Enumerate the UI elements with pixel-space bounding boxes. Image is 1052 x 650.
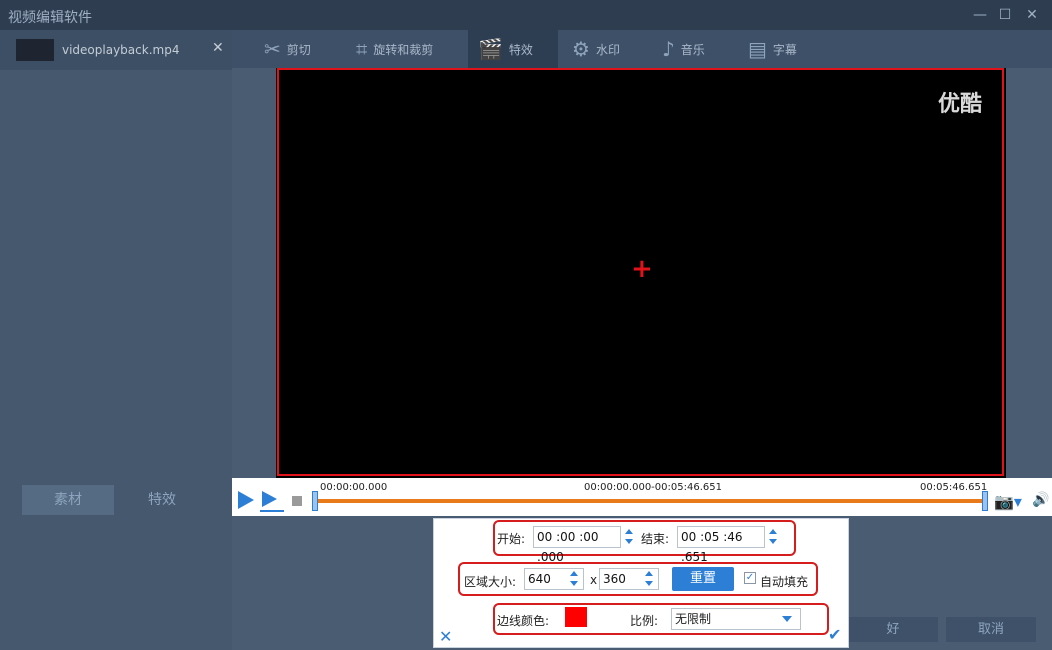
play-selection-icon[interactable]	[262, 491, 277, 507]
scissors-icon: ✂	[264, 37, 281, 61]
volume-icon[interactable]: 🔊	[1032, 492, 1049, 508]
timeline-end-handle[interactable]	[982, 491, 988, 511]
border-color-label: 边线颜色:	[497, 614, 550, 628]
left-panel: videoplayback.mp4 ✕ 素材 特效	[0, 30, 232, 650]
tool-subtitles[interactable]: ▤ 字幕	[748, 30, 797, 68]
minimize-icon[interactable]: —	[970, 5, 990, 25]
stop-icon[interactable]	[292, 496, 302, 506]
tool-cut-label: 剪切	[286, 42, 311, 57]
tool-rotate-crop-label: 旋转和裁剪	[373, 42, 434, 57]
ratio-select-value: 无限制	[675, 612, 712, 626]
tool-effects[interactable]: 🎬 特效	[468, 30, 558, 68]
film-effects-icon: 🎬	[478, 37, 503, 61]
end-time-spinner[interactable]	[768, 527, 778, 547]
editor-toolbar: ✂ 剪切 ⌗ 旋转和裁剪 🎬 特效 ⚙ 水印 ♪ 音乐 ▤ 字幕	[232, 30, 1052, 68]
tool-rotate-crop[interactable]: ⌗ 旋转和裁剪	[356, 30, 433, 68]
tool-watermark[interactable]: ⚙ 水印	[572, 30, 620, 68]
tool-cut[interactable]: ✂ 剪切	[264, 30, 311, 68]
autofill-label: 自动填充	[760, 575, 809, 589]
end-label: 结束:	[641, 532, 670, 546]
end-time-field[interactable]: 00 :05 :46 .651	[677, 526, 765, 564]
reset-button[interactable]: 重置	[672, 567, 734, 591]
file-name: videoplayback.mp4	[62, 43, 180, 57]
crop-dialog: 开始: 00 :00 :00 .000 结束: 00 :05 :46 .651 …	[433, 518, 849, 648]
width-spinner[interactable]	[569, 569, 579, 589]
dialog-confirm-icon[interactable]: ✔	[828, 625, 841, 644]
ok-button[interactable]: 好	[848, 617, 938, 642]
tab-effects[interactable]: 特效	[116, 485, 208, 515]
tool-subtitles-label: 字幕	[772, 42, 797, 57]
tool-effects-label: 特效	[508, 42, 533, 57]
times-label: x	[590, 573, 598, 587]
camera-icon[interactable]: 📷▾	[994, 492, 1022, 511]
playback-start-time: 00:00:00.000	[320, 482, 388, 493]
start-label: 开始:	[497, 532, 526, 546]
music-note-icon: ♪	[662, 37, 675, 61]
start-time-spinner[interactable]	[624, 527, 634, 547]
dialog-close-icon[interactable]: ✕	[439, 627, 452, 646]
playback-bar: 00:00:00.000 00:00:00.000-00:05:46.651 0…	[232, 478, 1052, 516]
tool-music-label: 音乐	[680, 42, 705, 57]
area-size-label: 区域大小:	[464, 575, 517, 589]
timeline-start-handle[interactable]	[312, 491, 318, 511]
subtitle-icon: ▤	[748, 37, 767, 61]
play-selection-underline	[260, 510, 284, 512]
title-bar: 视频编辑软件 — ☐ ✕	[0, 0, 1052, 30]
crop-rectangle[interactable]: +	[277, 68, 1004, 476]
ratio-select[interactable]: 无限制	[671, 608, 801, 630]
film-reel-icon: ⚙	[572, 37, 590, 61]
file-close-icon[interactable]: ✕	[212, 40, 224, 56]
close-icon[interactable]: ✕	[1022, 5, 1042, 25]
tool-music[interactable]: ♪ 音乐	[662, 30, 705, 68]
playback-range: 00:00:00.000-00:05:46.651	[584, 482, 722, 493]
border-color-swatch[interactable]	[565, 607, 587, 627]
cancel-button[interactable]: 取消	[946, 617, 1036, 642]
timeline-track[interactable]	[316, 499, 984, 503]
playback-end-time: 00:05:46.651	[920, 482, 988, 493]
tab-materials[interactable]: 素材	[22, 485, 114, 515]
play-icon[interactable]	[238, 491, 254, 509]
start-time-field[interactable]: 00 :00 :00 .000	[533, 526, 621, 564]
file-tab[interactable]: videoplayback.mp4 ✕	[0, 30, 232, 70]
app-title: 视频编辑软件	[8, 10, 92, 26]
chevron-down-icon	[782, 616, 792, 622]
maximize-icon[interactable]: ☐	[995, 5, 1015, 25]
autofill-checkbox[interactable]: ✓	[744, 572, 756, 584]
tool-watermark-label: 水印	[595, 42, 620, 57]
height-spinner[interactable]	[644, 569, 654, 589]
crop-icon: ⌗	[356, 37, 368, 61]
file-thumbnail	[16, 39, 54, 61]
ratio-label: 比例:	[630, 614, 659, 628]
crosshair-icon[interactable]: +	[631, 256, 653, 282]
